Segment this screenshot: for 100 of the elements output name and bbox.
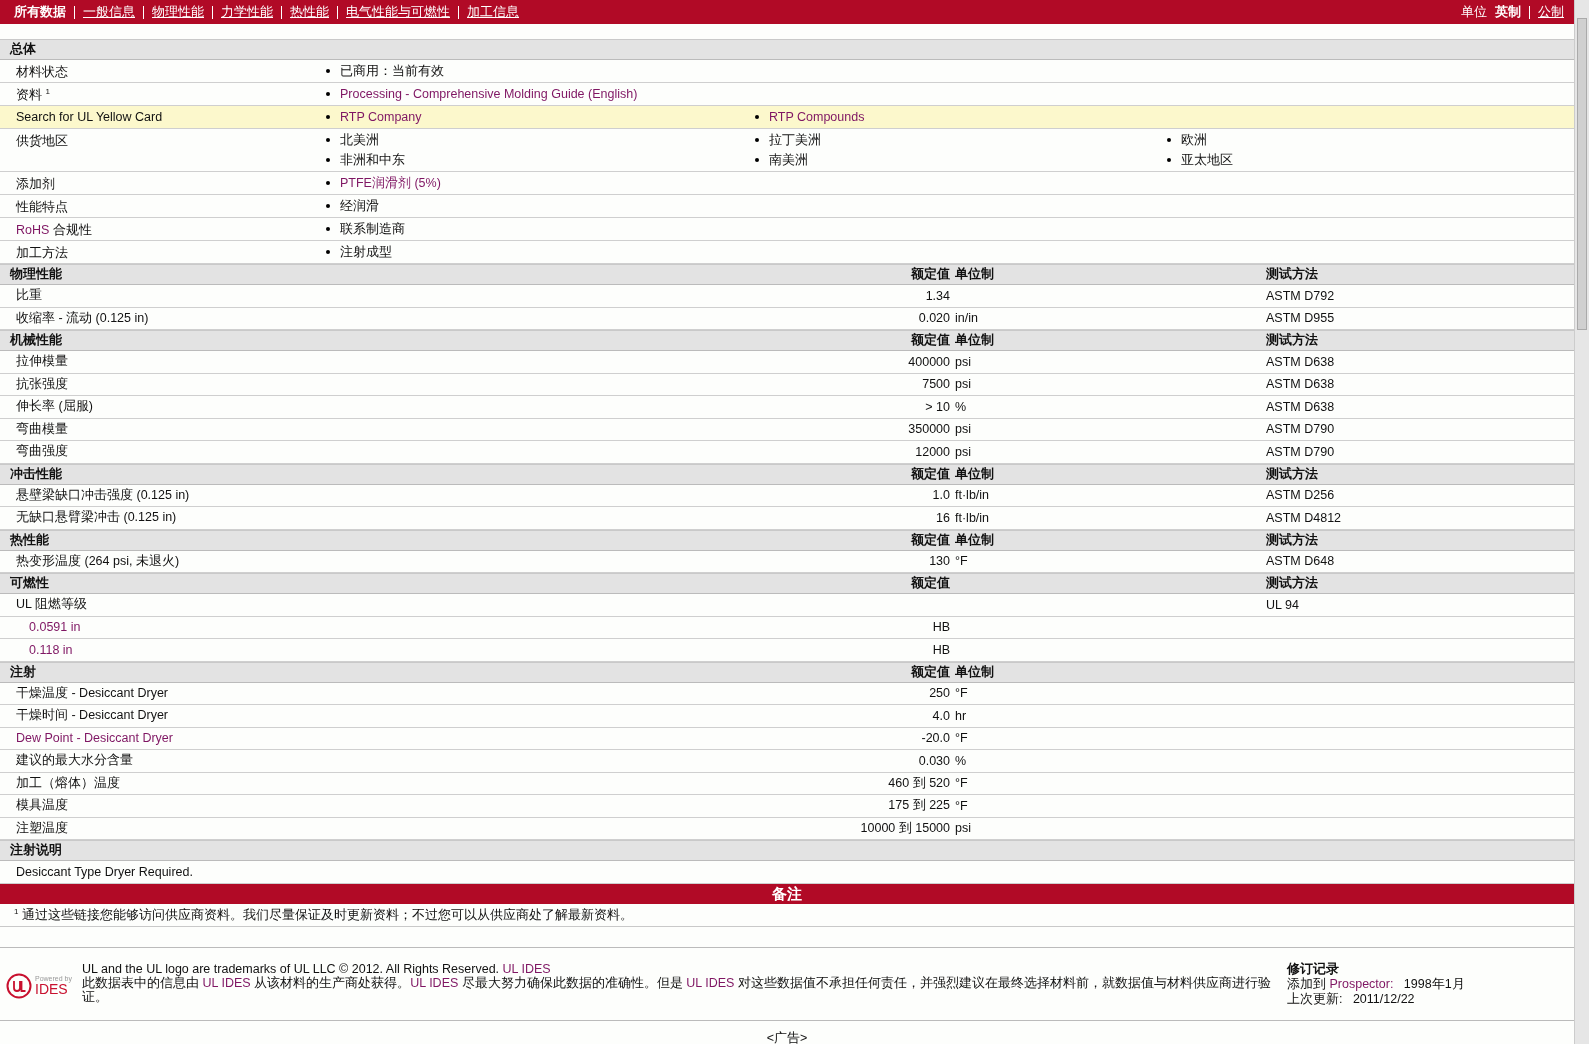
section-title: 冲击性能 [10,466,62,481]
section-title: 注射 [10,664,36,679]
bullet-icon [326,227,330,231]
property-name: 模具温度 [16,798,68,813]
property-value: 北美洲 [340,131,379,149]
unit-text: in/in [955,311,978,326]
property-name: 建议的最大水分含量 [16,753,133,768]
link[interactable]: UL IDES [202,975,251,990]
test-method: ASTM D792 [1266,288,1335,303]
property-name: 加工（熔体）温度 [16,775,120,790]
bullet-icon [326,138,330,142]
property-value: 欧洲 [1181,131,1207,149]
test-method: ASTM D638 [1266,377,1335,392]
property-value: 经润滑 [340,197,379,215]
unit-text: °F [955,776,968,791]
scrollbar[interactable] [1574,0,1589,1044]
property-name: 干燥时间 - Desiccant Dryer [16,708,169,723]
bullet-icon [326,158,330,162]
property-value: 250 [929,686,950,701]
property-value: 拉丁美洲 [769,131,821,149]
property-value: 16 [936,510,950,525]
nav-tab[interactable]: 所有数据 [14,3,66,21]
property-name: 注塑温度 [16,820,68,835]
nav-tab[interactable]: 热性能 [290,3,329,21]
property-label: 材料状态 [16,65,68,79]
unit-text: psi [955,377,971,392]
property-name: 比重 [16,288,42,303]
nav-tab[interactable]: 力学性能 [221,3,273,21]
nav-tab[interactable]: 一般信息 [83,3,135,21]
nav-tab[interactable]: 加工信息 [467,3,519,21]
link[interactable]: Processing - Comprehensive Molding Guide (English) [340,87,638,101]
property-value: 4.0 [932,708,950,723]
link[interactable]: UL IDES [502,961,551,976]
property-value: 亚太地区 [1181,151,1233,169]
ul-logo-icon [6,972,32,999]
test-method: UL 94 [1266,597,1299,612]
column-header: 额定值 [911,267,950,281]
bullet-icon [1167,158,1171,162]
property-name: Dew Point - Desiccant Dryer [16,731,173,746]
property-label: RoHS 合规性 [16,223,92,237]
column-header: 测试方法 [1266,532,1318,547]
test-method: ASTM D256 [1266,488,1335,503]
property-name: 收缩率 - 流动 (0.125 in) [16,310,149,325]
unit-text: psi [955,354,971,369]
link[interactable]: RTP Company [340,110,422,124]
property-value: 南美洲 [769,151,808,169]
unit-option[interactable]: 公制 [1538,3,1564,21]
unit-text: psi [955,444,971,459]
test-method: ASTM D638 [1266,399,1335,414]
unit-option[interactable]: 英制 [1495,3,1521,21]
column-header: 额定值 [911,532,950,547]
property-value: 12000 [915,444,950,459]
property-value: 1.0 [932,488,950,503]
bullet-icon [326,250,330,254]
link[interactable]: UL IDES [410,975,459,990]
footnote: $^{1}$ 通过这些链接您能够访问供应商资料。我们尽量保证及时更新资料；不过您可以从供应商处了解最新资料。 [14,907,633,922]
column-header: 额定值 [911,576,950,590]
nav-tab[interactable]: 物理性能 [152,3,204,21]
link[interactable]: UL IDES [686,975,735,990]
property-value: HB [932,620,950,635]
column-header: 单位制 [955,267,994,281]
property-name: 热变形温度 (264 psi, 未退火) [16,553,180,568]
link[interactable]: RTP Compounds [769,110,865,124]
bullet-icon [326,181,330,185]
unit-text: ft·lb/in [955,488,990,503]
nav-tab[interactable]: 电气性能与可燃性 [346,3,450,21]
column-header: 测试方法 [1266,267,1318,281]
property-name: 无缺口悬臂梁冲击 (0.125 in) [16,510,177,525]
section-title: 总体 [10,42,36,56]
property-value: 460 到 520 [888,775,950,790]
property-label: 加工方法 [16,246,68,260]
property-value: HB [932,642,950,657]
brand-text: IDES [35,982,68,996]
property-value: 0.020 [918,311,950,326]
property-name: 弯曲模量 [16,421,68,436]
column-header: 测试方法 [1266,466,1318,481]
bullet-icon [755,115,759,119]
property-value: 10000 到 15000 [860,820,950,835]
ad-label: <广告> [766,1030,808,1044]
property-label: 资料 $^{1}$ [16,88,50,103]
unit-text: hr [955,708,967,723]
test-method: ASTM D4812 [1266,510,1342,525]
bullet-icon [326,204,330,208]
property-value: 400000 [908,354,950,369]
property-name: 干燥温度 - Desiccant Dryer [16,685,169,700]
unit-text: °F [955,554,968,569]
column-header: 额定值 [911,664,950,679]
property-label: Search for UL Yellow Card [16,110,163,124]
property-value: -20.0 [921,731,950,746]
bullet-icon [326,69,330,73]
test-method: ASTM D638 [1266,354,1335,369]
bullet-icon [326,92,330,96]
property-value: 350000 [908,422,950,437]
link[interactable]: PTFE润滑剂 (5%) [340,174,441,192]
section-title: 物理性能 [10,267,62,281]
test-method: ASTM D790 [1266,422,1335,437]
link[interactable]: Prospector: [1329,976,1394,991]
section-title: 热性能 [10,532,49,547]
property-value: 7500 [922,377,950,392]
unit-text: °F [955,731,968,746]
